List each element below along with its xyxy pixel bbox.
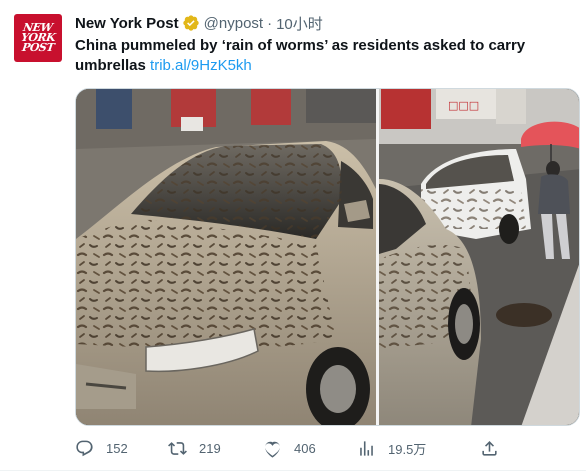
- tweet-link[interactable]: trib.al/9HzK5kh: [150, 57, 252, 74]
- tweet-header: New York Post @nypost · 10小时: [75, 13, 323, 33]
- tweet-media-image[interactable]: □□□: [75, 88, 580, 426]
- tweet-actions: 152 219 406 19.5万: [75, 436, 580, 460]
- reply-count: 152: [106, 440, 128, 456]
- account-handle[interactable]: @nypost: [204, 15, 263, 32]
- tweet-timestamp[interactable]: 10小时: [276, 13, 323, 34]
- share-icon: [482, 440, 497, 456]
- share-button[interactable]: [480, 439, 511, 458]
- heart-icon: [265, 441, 280, 458]
- svg-text:□□□: □□□: [448, 99, 479, 112]
- display-name[interactable]: New York Post: [75, 15, 179, 32]
- reply-icon: [76, 440, 93, 456]
- retweet-count: 219: [199, 440, 221, 456]
- retweet-button[interactable]: 219: [168, 439, 221, 458]
- view-count: 19.5万: [388, 441, 427, 457]
- reply-button[interactable]: 152: [75, 439, 128, 458]
- views-button[interactable]: 19.5万: [357, 439, 426, 458]
- separator-dot: ·: [267, 14, 273, 32]
- tweet-card[interactable]: NEW YORK POST New York Post @nypost · 10…: [0, 0, 586, 471]
- views-chart-icon: [360, 440, 373, 456]
- verified-badge-icon[interactable]: [182, 14, 200, 32]
- tweet-text: China pummeled by ‘rain of worms’ as res…: [75, 36, 570, 76]
- retweet-icon: [168, 441, 187, 455]
- account-avatar[interactable]: NEW YORK POST: [14, 14, 62, 62]
- like-count: 406: [294, 440, 316, 456]
- worm-cars-photo: □□□: [76, 89, 579, 425]
- tweet-body: China pummeled by ‘rain of worms’ as res…: [75, 37, 526, 74]
- like-button[interactable]: 406: [263, 439, 316, 458]
- logo-line-3: POST: [21, 41, 55, 54]
